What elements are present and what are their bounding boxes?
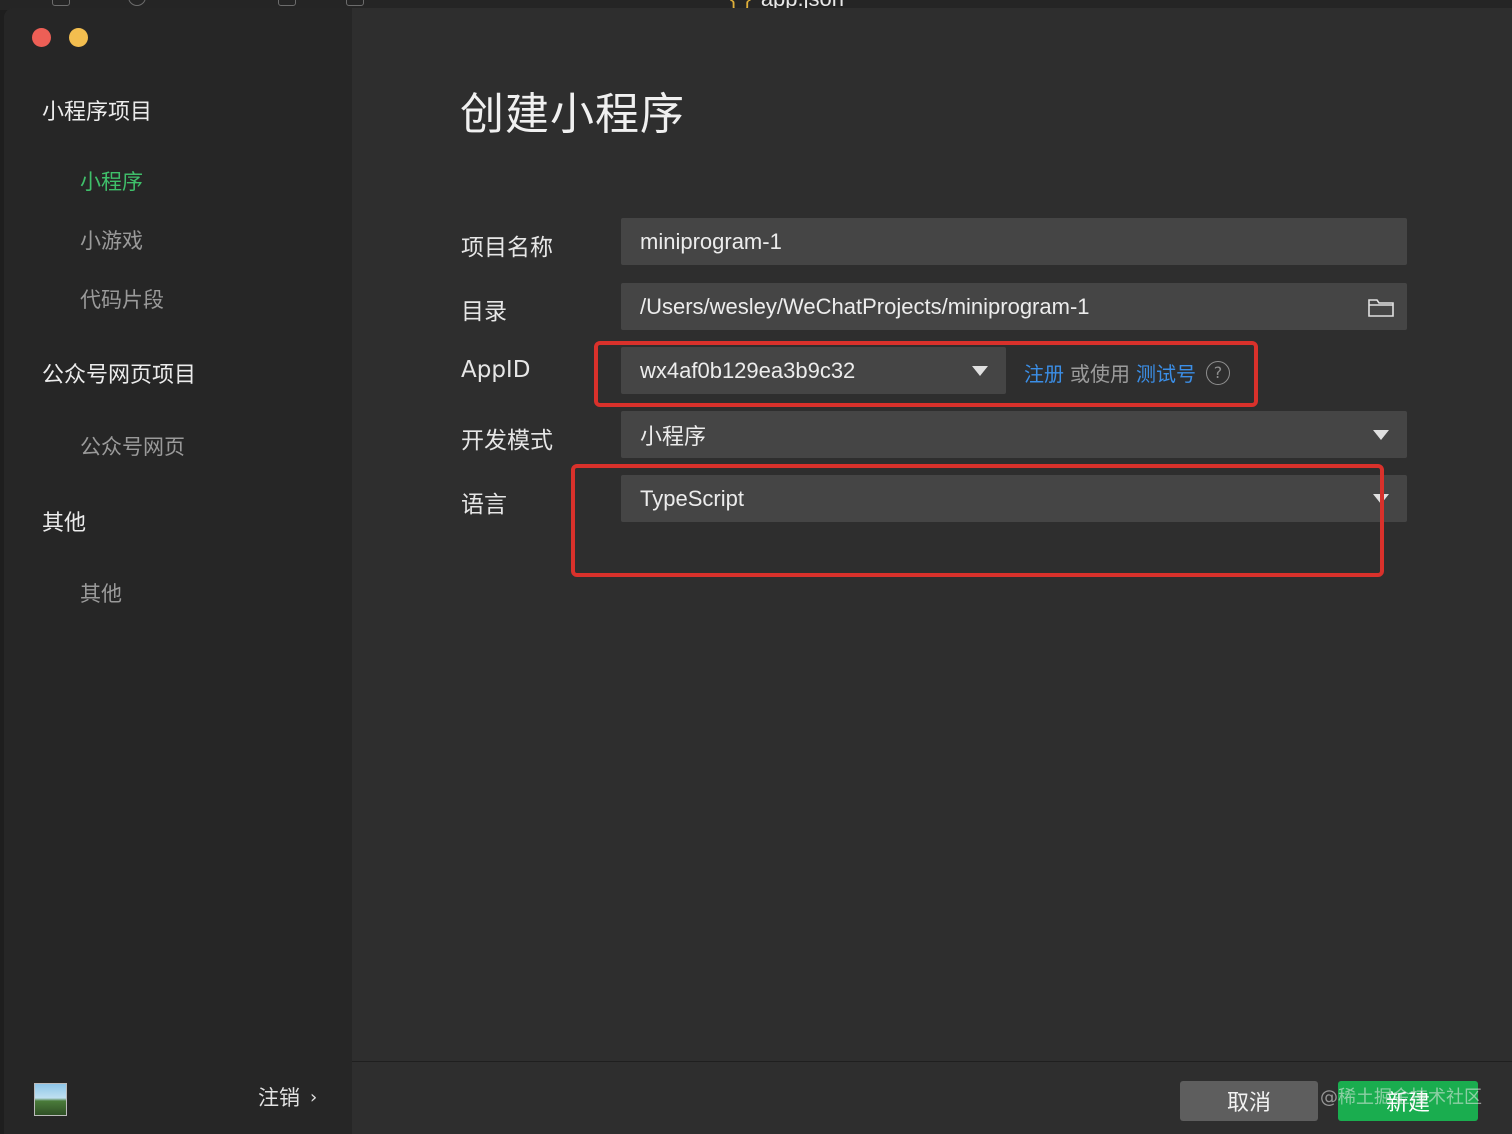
language-label: 语言 xyxy=(461,492,507,518)
create-project-dialog: 小程序项目 小程序 小游戏 代码片段 公众号网页项目 公众号网页 其他 其他 注… xyxy=(4,8,1512,1134)
language-select[interactable]: TypeScript xyxy=(621,475,1407,522)
cancel-button[interactable]: 取消 xyxy=(1180,1081,1318,1121)
project-name-value: miniprogram-1 xyxy=(640,228,782,254)
sidebar-item-minigame[interactable]: 小游戏 xyxy=(80,225,143,255)
close-window-button[interactable] xyxy=(32,28,51,47)
register-link[interactable]: 注册 xyxy=(1024,358,1064,387)
page-title: 创建小程序 xyxy=(460,89,685,140)
directory-value: /Users/wesley/WeChatProjects/miniprogram… xyxy=(640,293,1090,319)
logout-button[interactable]: 注销 › xyxy=(258,1082,317,1112)
sidebar-item-other[interactable]: 其他 xyxy=(80,578,122,608)
footer-divider xyxy=(352,1061,1512,1062)
dev-mode-value: 小程序 xyxy=(640,423,707,449)
nav-group-other: 其他 xyxy=(42,511,87,536)
chevron-down-icon xyxy=(972,365,988,376)
appid-value: wx4af0b129ea3b9c32 xyxy=(640,357,856,383)
folder-icon[interactable] xyxy=(1367,296,1395,318)
chevron-down-icon xyxy=(1373,493,1389,504)
appid-select[interactable]: wx4af0b129ea3b9c32 xyxy=(621,347,1006,394)
dev-mode-label: 开发模式 xyxy=(461,428,553,454)
project-name-label: 项目名称 xyxy=(461,235,553,261)
nav-group-official-account-web: 公众号网页项目 xyxy=(42,363,197,388)
toolbar-icon xyxy=(346,0,364,6)
appid-options: 注册 或使用 测试号 ? xyxy=(1024,358,1230,387)
language-value: TypeScript xyxy=(640,485,744,511)
sidebar-item-miniprogram[interactable]: 小程序 xyxy=(80,166,143,196)
sidebar-item-official-account-web[interactable]: 公众号网页 xyxy=(80,431,185,461)
directory-input[interactable]: /Users/wesley/WeChatProjects/miniprogram… xyxy=(621,283,1407,330)
toolbar-icon xyxy=(52,0,70,6)
logout-label: 注销 xyxy=(258,1086,300,1110)
directory-label: 目录 xyxy=(461,299,507,325)
appid-label: AppID xyxy=(461,357,531,383)
test-account-link[interactable]: 测试号 xyxy=(1136,358,1196,387)
avatar[interactable] xyxy=(34,1083,67,1116)
chevron-right-icon: › xyxy=(310,1086,318,1108)
toolbar-icon xyxy=(278,0,296,6)
question-circle-icon[interactable]: ? xyxy=(1206,360,1230,385)
sidebar-item-code-snippet[interactable]: 代码片段 xyxy=(80,284,164,314)
project-name-input[interactable]: miniprogram-1 xyxy=(621,218,1407,265)
chevron-down-icon xyxy=(1373,429,1389,440)
sidebar: 小程序项目 小程序 小游戏 代码片段 公众号网页项目 公众号网页 其他 其他 注… xyxy=(4,8,352,1134)
minimize-window-button[interactable] xyxy=(69,28,88,47)
nav-group-miniprogram-projects: 小程序项目 xyxy=(42,100,153,125)
window-controls xyxy=(32,28,88,47)
toolbar-icon xyxy=(128,0,146,6)
create-button[interactable]: 新建 xyxy=(1338,1081,1478,1121)
dev-mode-select[interactable]: 小程序 xyxy=(621,411,1407,458)
or-use-text: 或使用 xyxy=(1070,362,1130,386)
